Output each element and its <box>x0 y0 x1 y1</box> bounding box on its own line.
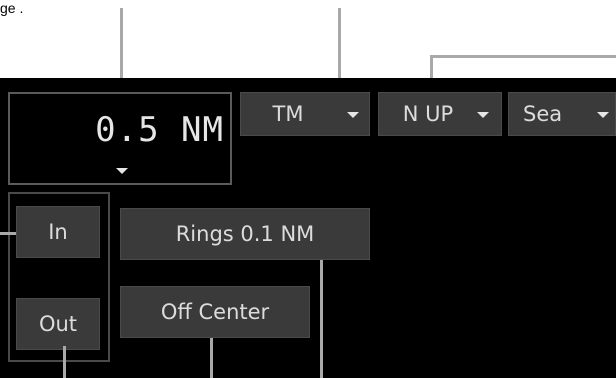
chevron-down-icon <box>116 168 128 174</box>
zoom-out-button[interactable]: Out <box>16 298 100 350</box>
chevron-down-icon <box>477 112 489 118</box>
leader-line-orientation-horizontal <box>430 55 616 58</box>
leader-line-rings <box>320 260 323 378</box>
rings-button[interactable]: Rings 0.1 NM <box>120 208 370 260</box>
range-selector[interactable]: 0.5 NM <box>8 92 232 185</box>
zoom-out-label: Out <box>38 312 78 336</box>
off-center-label: Off Center <box>160 300 270 324</box>
display-mode-label: TM <box>272 102 304 126</box>
chevron-down-icon <box>597 112 609 118</box>
orientation-label: N UP <box>402 102 454 126</box>
display-mode-dropdown[interactable]: TM <box>240 92 370 136</box>
leader-line-off-center <box>210 338 213 378</box>
range-value: 0.5 NM <box>95 110 224 150</box>
sea-stab-dropdown[interactable]: Sea <box>508 92 616 136</box>
zoom-in-button[interactable]: In <box>16 206 100 258</box>
rings-label: Rings 0.1 NM <box>175 222 315 246</box>
zoom-in-label: In <box>48 220 68 244</box>
orientation-dropdown[interactable]: N UP <box>378 92 502 136</box>
sea-stab-label: Sea <box>523 102 563 126</box>
leader-line-zoom-out <box>63 346 66 378</box>
leader-line-zoom-in <box>0 232 16 235</box>
off-center-button[interactable]: Off Center <box>120 286 310 338</box>
chevron-down-icon <box>347 112 359 118</box>
caption-fragment: ge . <box>0 0 24 16</box>
